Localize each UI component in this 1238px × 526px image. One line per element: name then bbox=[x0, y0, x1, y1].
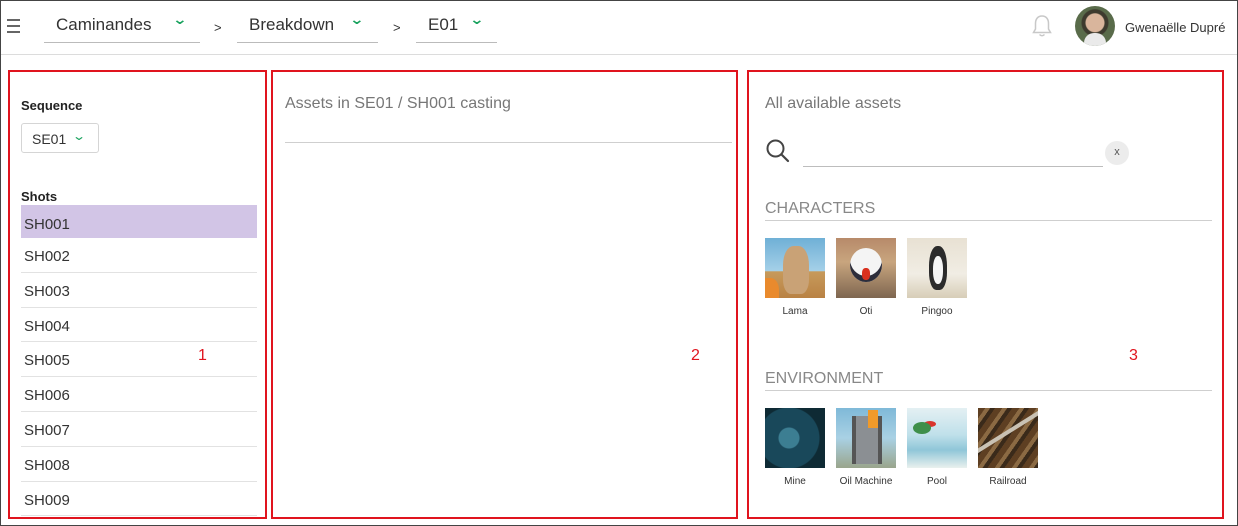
asset-name: Pingoo bbox=[921, 306, 953, 317]
user-name[interactable]: Gwenaëlle Dupré bbox=[1125, 20, 1225, 35]
breadcrumb-section-label: Breakdown bbox=[249, 15, 335, 34]
asset-name: Lama bbox=[782, 306, 808, 317]
chevron-down-icon: ⌄ bbox=[349, 11, 365, 27]
shot-list: SH001 SH002 SH003 SH004 SH005 SH006 SH00… bbox=[21, 205, 257, 517]
category-title-characters: CHARACTERS bbox=[765, 200, 876, 217]
asset-thumbnail bbox=[978, 408, 1038, 468]
search-icon bbox=[766, 139, 790, 163]
asset-card-pool[interactable]: Pool bbox=[907, 408, 967, 487]
asset-name: Oti bbox=[859, 306, 873, 317]
asset-search-input[interactable] bbox=[803, 138, 1103, 167]
breadcrumb-separator: > bbox=[214, 20, 222, 35]
asset-name: Oil Machine bbox=[839, 476, 893, 487]
shot-item-sh009[interactable]: SH009 bbox=[21, 482, 257, 517]
breadcrumb-episode[interactable]: E01 ⌄ bbox=[416, 9, 497, 43]
shots-panel: Sequence SE01 ⌄ Shots SH001 SH002 SH003 … bbox=[8, 70, 267, 519]
shot-item-sh002[interactable]: SH002 bbox=[21, 238, 257, 273]
hamburger-icon[interactable] bbox=[7, 15, 23, 39]
avatar[interactable] bbox=[1075, 6, 1115, 46]
asset-card-pingoo[interactable]: Pingoo bbox=[907, 238, 967, 317]
asset-card-oti[interactable]: Oti bbox=[836, 238, 896, 317]
breadcrumb-production[interactable]: Caminandes ⌄ bbox=[44, 9, 200, 43]
asset-thumbnail bbox=[907, 238, 967, 298]
asset-library-panel: All available assets x CHARACTERS Lama O… bbox=[747, 70, 1224, 519]
shot-item-sh001[interactable]: SH001 bbox=[21, 205, 257, 238]
bell-icon[interactable] bbox=[1030, 13, 1054, 39]
shot-item-sh004[interactable]: SH004 bbox=[21, 308, 257, 343]
shot-item-sh007[interactable]: SH007 bbox=[21, 412, 257, 447]
divider bbox=[285, 142, 732, 143]
asset-card-lama[interactable]: Lama bbox=[765, 238, 825, 317]
sequence-select-value: SE01 bbox=[32, 131, 67, 147]
asset-card-mine[interactable]: Mine bbox=[765, 408, 825, 487]
asset-card-oil-machine[interactable]: Oil Machine bbox=[836, 408, 896, 487]
top-bar: Caminandes ⌄ > Breakdown ⌄ > E01 ⌄ Gwena… bbox=[1, 1, 1237, 55]
shot-item-sh008[interactable]: SH008 bbox=[21, 447, 257, 482]
breadcrumb-separator: > bbox=[393, 20, 401, 35]
asset-thumbnail bbox=[765, 408, 825, 468]
library-title: All available assets bbox=[765, 95, 902, 112]
breadcrumb-production-label: Caminandes bbox=[56, 15, 152, 34]
asset-name: Railroad bbox=[989, 476, 1027, 487]
annotation-number-3: 3 bbox=[1129, 347, 1138, 364]
casting-panel: Assets in SE01 / SH001 casting 2 bbox=[271, 70, 738, 519]
sequence-select[interactable]: SE01 ⌄ bbox=[21, 123, 99, 153]
asset-thumbnail bbox=[765, 238, 825, 298]
casting-title: Assets in SE01 / SH001 casting bbox=[285, 95, 511, 112]
divider bbox=[765, 220, 1212, 221]
shot-item-sh006[interactable]: SH006 bbox=[21, 377, 257, 412]
asset-name: Pool bbox=[926, 476, 947, 487]
environment-asset-grid: Mine Oil Machine Pool Railroad bbox=[765, 408, 1049, 487]
chevron-down-icon: ⌄ bbox=[172, 11, 188, 27]
chevron-down-icon: ⌄ bbox=[71, 129, 87, 143]
shot-item-sh003[interactable]: SH003 bbox=[21, 273, 257, 308]
breadcrumb-episode-label: E01 bbox=[428, 15, 459, 34]
shot-item-sh005[interactable]: SH005 bbox=[21, 342, 257, 378]
characters-asset-grid: Lama Oti Pingoo bbox=[765, 238, 978, 317]
asset-thumbnail bbox=[907, 408, 967, 468]
category-title-environment: ENVIRONMENT bbox=[765, 370, 884, 387]
clear-search-button[interactable]: x bbox=[1105, 141, 1129, 165]
asset-thumbnail bbox=[836, 238, 896, 298]
sequence-label: Sequence bbox=[21, 98, 83, 113]
chevron-down-icon: ⌄ bbox=[469, 11, 485, 27]
asset-card-railroad[interactable]: Railroad bbox=[978, 408, 1038, 487]
asset-name: Mine bbox=[784, 476, 806, 487]
annotation-number-2: 2 bbox=[691, 347, 700, 364]
divider bbox=[765, 390, 1212, 391]
breadcrumb-section[interactable]: Breakdown ⌄ bbox=[237, 9, 378, 43]
shots-label: Shots bbox=[21, 189, 58, 204]
annotation-number-1: 1 bbox=[198, 347, 207, 364]
asset-thumbnail bbox=[836, 408, 896, 468]
